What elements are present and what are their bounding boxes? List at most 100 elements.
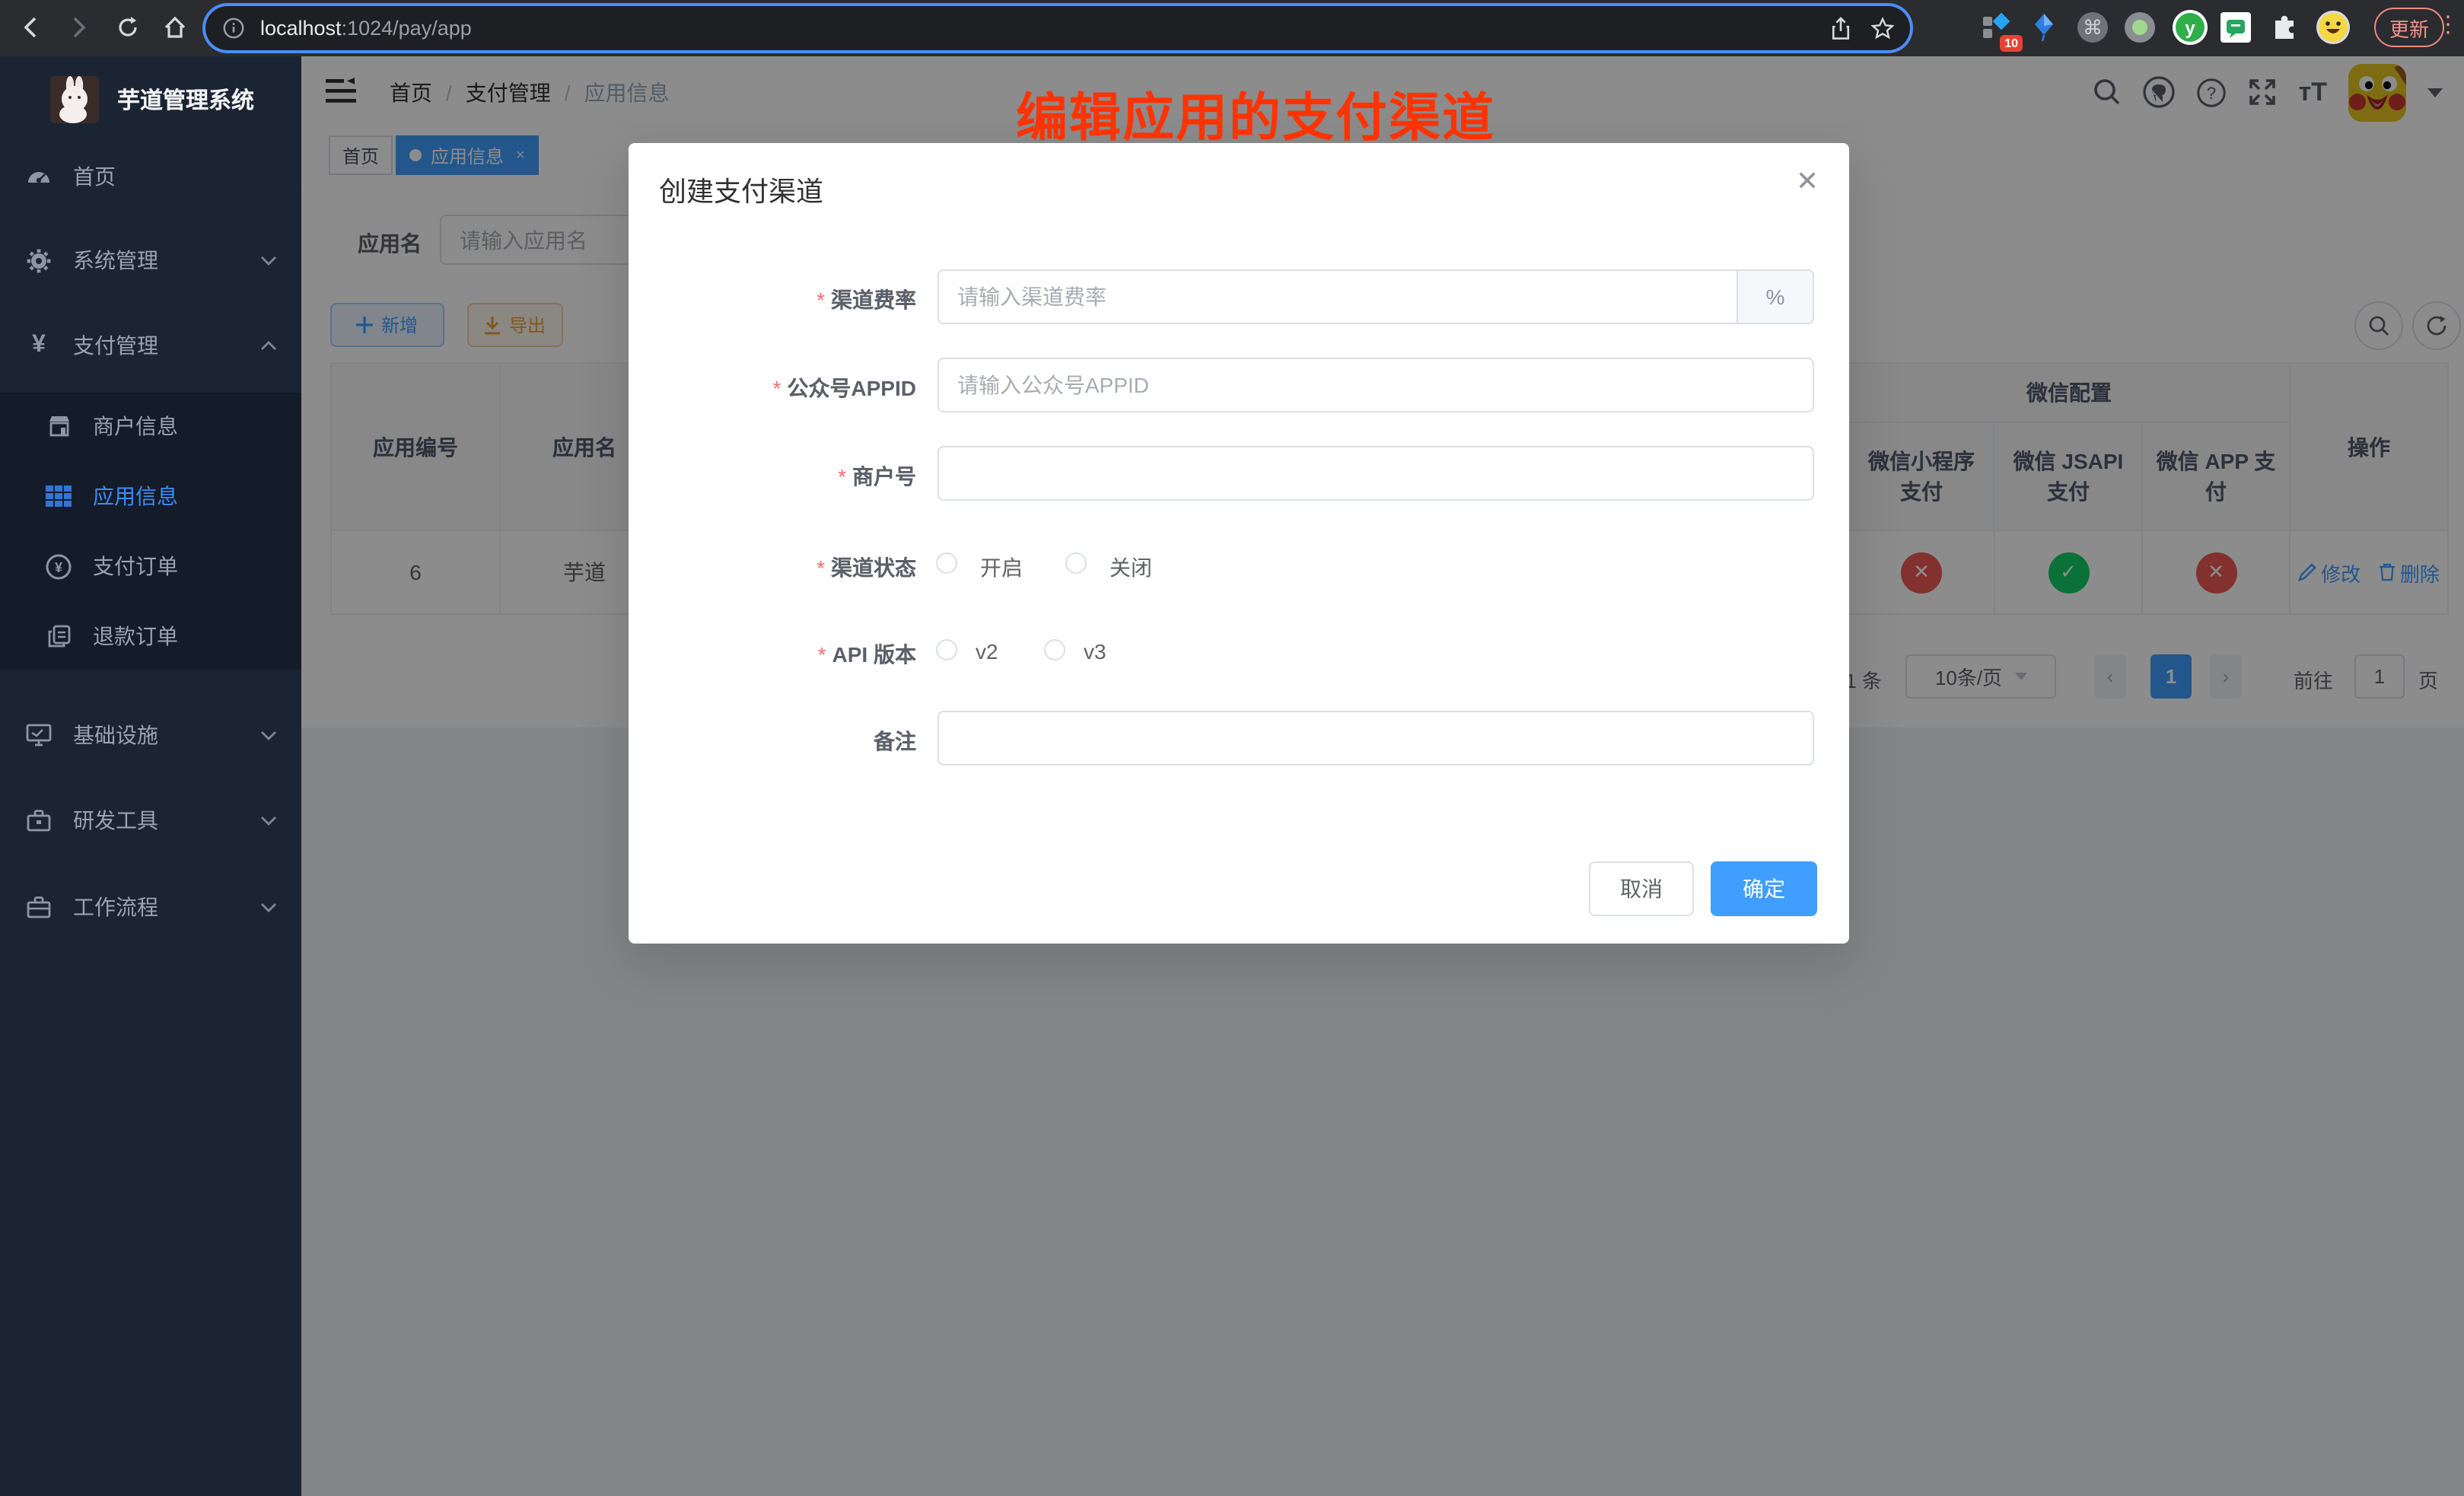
create-pay-channel-dialog: 创建支付渠道 ✕ *渠道费率 % *公众号APPID *商户号 *渠道状态 开启… [629,143,1849,944]
screen: localhost:1024/pay/app 10 ⌘ y [0,0,2464,1496]
sidebar-item-label: 支付订单 [93,551,178,581]
site-info-icon[interactable] [222,17,245,40]
extension-record-icon[interactable] [2122,9,2158,46]
field-label-remark: 备注 [629,726,916,756]
chevron-up-icon [260,340,277,351]
briefcase-icon [26,894,52,920]
chevron-down-icon [260,902,277,912]
remark-input[interactable] [938,711,1814,766]
radio-status-closed-label[interactable]: 关闭 [1109,552,1152,583]
extension-y-green-icon[interactable]: y [2172,9,2208,46]
url-text[interactable]: localhost:1024/pay/app [260,17,472,40]
sidebar-item-label: 基础设施 [73,720,158,750]
monitor-icon [26,722,52,748]
merchant-id-input[interactable] [938,446,1814,501]
grid-icon [46,483,72,509]
sidebar-logo-row[interactable]: 芋道管理系统 [0,56,301,142]
sidebar-item-infrastructure[interactable]: 基础设施 [0,700,301,770]
svg-text:¥: ¥ [55,559,62,575]
rate-input-group: % [938,269,1814,324]
chevron-down-icon [260,815,277,826]
confirm-label: 确定 [1743,874,1785,904]
sidebar-item-system[interactable]: 系统管理 [0,225,301,295]
required-asterisk: * [838,464,846,489]
browser-forward-icon[interactable] [58,8,97,47]
toolbox-icon [26,807,52,833]
bookmark-star-icon[interactable] [1870,16,1895,40]
sidebar-item-label: 研发工具 [73,805,158,836]
sidebar-item-merchant-info[interactable]: 商户信息 [0,391,301,461]
yen-circle-icon: ¥ [46,553,72,579]
rate-input[interactable] [938,269,1737,324]
svg-text:y: y [2185,18,2195,39]
browser-home-icon[interactable] [155,8,195,47]
sidebar-item-home[interactable]: 首页 [0,142,301,212]
sidebar-item-label: 首页 [73,161,116,192]
chevron-down-icon [260,730,277,740]
gear-icon [26,247,52,273]
extension-puzzle-icon[interactable] [2266,9,2303,46]
appid-input[interactable] [938,358,1814,412]
sidebar-item-workflow[interactable]: 工作流程 [0,872,301,942]
radio-api-v2-label[interactable]: v2 [976,639,998,664]
sidebar-item-label: 支付管理 [73,330,158,361]
confirm-button[interactable]: 确定 [1711,861,1817,916]
radio-api-v2[interactable] [936,639,957,660]
extension-kite-icon[interactable] [2026,9,2062,46]
sidebar-item-label: 退款订单 [93,621,178,651]
sidebar-item-label: 系统管理 [73,245,158,275]
sidebar-item-label: 商户信息 [93,411,178,441]
sidebar-item-app-info[interactable]: 应用信息 [0,461,301,531]
radio-api-v3-label[interactable]: v3 [1084,639,1106,664]
radio-status-closed[interactable] [1065,552,1087,574]
extension-chat-icon[interactable] [2217,9,2254,46]
dialog-title: 创建支付渠道 [659,170,823,210]
annotation-title: 编辑应用的支付渠道 [959,76,1552,151]
sidebar: 芋道管理系统 首页 系统管理 ¥ 支付管理 [0,56,301,1496]
cancel-button[interactable]: 取消 [1589,861,1694,916]
browser-chrome: localhost:1024/pay/app 10 ⌘ y [0,0,2464,56]
required-asterisk: * [817,288,825,312]
browser-menu-icon[interactable]: ⋮ [2437,8,2459,44]
app-title: 芋道管理系统 [117,83,254,115]
yen-icon: ¥ [26,333,52,358]
browser-reload-icon[interactable] [108,8,148,47]
app-logo [50,75,99,123]
sidebar-item-pay-orders[interactable]: ¥ 支付订单 [0,531,301,601]
address-bar[interactable]: localhost:1024/pay/app [205,6,1910,50]
extension-diamond-icon[interactable]: 10 [1977,9,2014,46]
browser-update-button[interactable]: 更新 [2374,8,2444,47]
extension-badge: 10 [2000,35,2023,52]
required-asterisk: * [818,642,826,667]
url-host: localhost [260,17,342,40]
field-label-rate: *渠道费率 [629,285,916,315]
required-asterisk: * [817,555,825,580]
dashboard-icon [26,164,52,189]
sidebar-item-label: 工作流程 [73,892,158,922]
radio-status-open[interactable] [936,552,957,574]
radio-status-open-label[interactable]: 开启 [980,552,1023,583]
document-copy-icon [46,623,72,649]
extension-emoji-avatar[interactable] [2315,9,2351,46]
cancel-label: 取消 [1620,874,1663,904]
required-asterisk: * [773,376,782,400]
svg-text:⌘: ⌘ [2083,17,2103,40]
field-label-status: *渠道状态 [629,552,916,583]
sidebar-item-payment[interactable]: ¥ 支付管理 [0,310,301,380]
field-label-appid: *公众号APPID [629,373,916,403]
url-path: :1024/pay/app [342,17,472,40]
close-icon[interactable]: ✕ [1796,167,1819,195]
browser-back-icon[interactable] [12,8,52,47]
sidebar-item-dev-tools[interactable]: 研发工具 [0,785,301,855]
field-label-api-version: *API 版本 [629,639,916,670]
radio-api-v3[interactable] [1044,639,1065,660]
field-label-merchant-id: *商户号 [629,461,916,492]
sidebar-item-refund-orders[interactable]: 退款订单 [0,601,301,671]
extension-command-icon[interactable]: ⌘ [2074,9,2111,46]
chevron-down-icon [260,255,277,266]
update-label: 更新 [2389,13,2429,42]
share-icon[interactable] [1829,16,1852,40]
sidebar-item-label: 应用信息 [93,481,178,511]
storefront-icon [46,413,72,439]
percent-append: % [1737,269,1814,324]
